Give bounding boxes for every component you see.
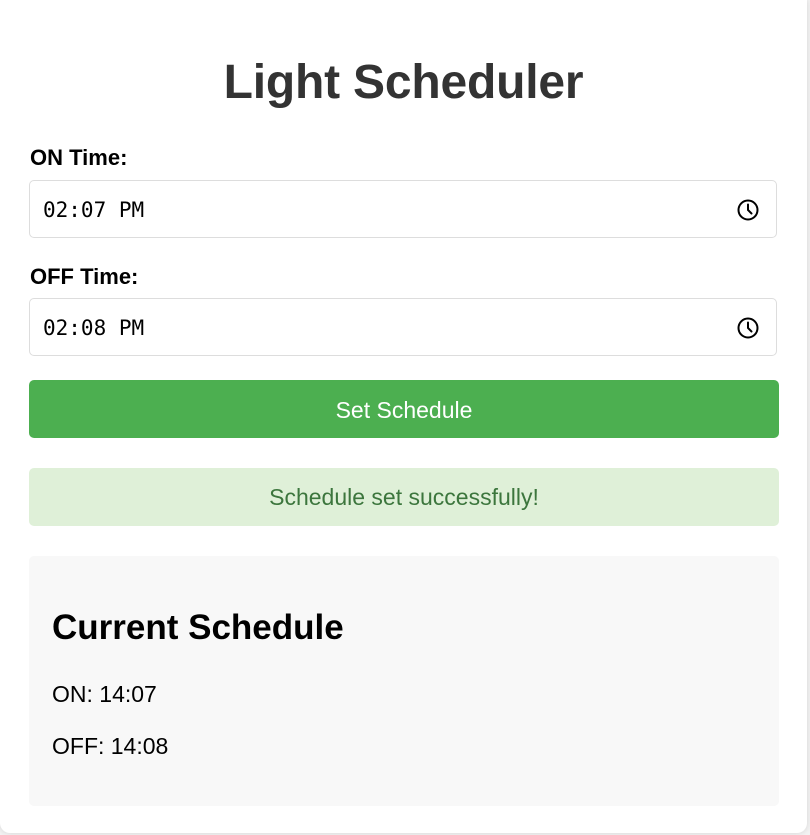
clock-icon[interactable]	[736, 316, 760, 340]
success-message: Schedule set successfully!	[29, 468, 779, 526]
on-time-label: ON Time:	[30, 145, 128, 170]
on-time-value[interactable]: 02:07 PM	[43, 181, 144, 239]
scheduler-card: Light Scheduler ON Time: 02:07 PM OFF Ti…	[0, 0, 807, 833]
current-schedule-heading: Current Schedule	[52, 608, 344, 647]
on-time-input[interactable]: 02:07 PM	[29, 180, 777, 238]
clock-icon[interactable]	[736, 198, 760, 222]
off-time-input[interactable]: 02:08 PM	[29, 298, 777, 356]
page-title: Light Scheduler	[223, 56, 584, 109]
set-schedule-button[interactable]: Set Schedule	[29, 380, 779, 438]
off-time-label: OFF Time:	[30, 264, 139, 289]
current-schedule-panel: Current Schedule ON: 14:07 OFF: 14:08	[29, 556, 779, 806]
schedule-off-time: OFF: 14:08	[52, 733, 169, 759]
schedule-on-time: ON: 14:07	[52, 681, 157, 707]
off-time-value[interactable]: 02:08 PM	[43, 299, 144, 357]
